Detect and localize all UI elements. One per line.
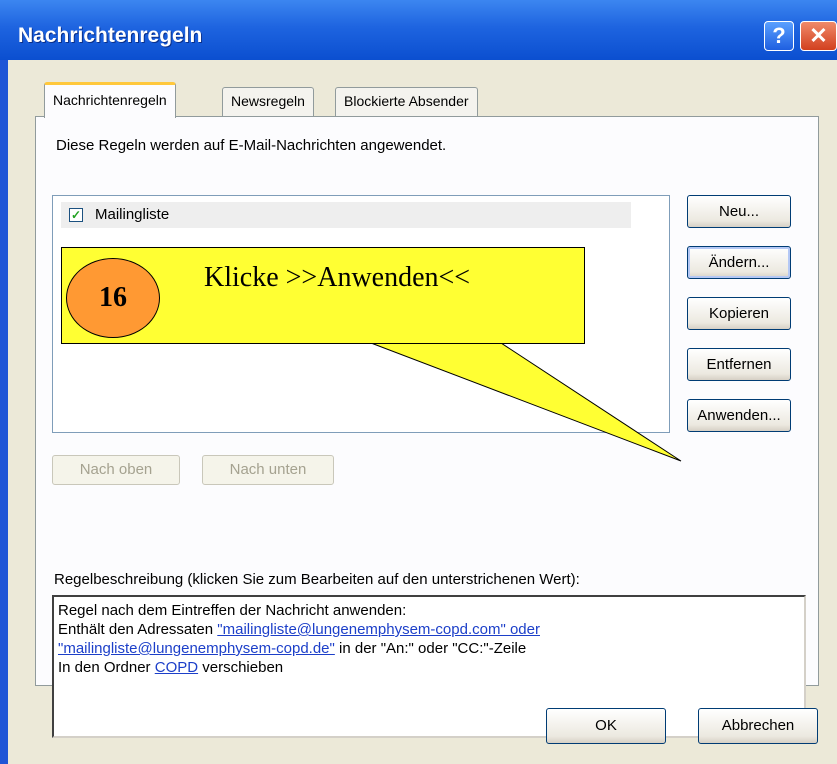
description-line-3: "mailingliste@lungenemphysem-copd.de" in…: [58, 639, 800, 658]
step-number-badge: 16: [66, 258, 160, 338]
address-link[interactable]: "mailingliste@lungenemphysem-copd.com" o…: [217, 621, 540, 638]
dialog-window: Nachrichtenregeln ? ✕ Nachrichtenregeln …: [0, 0, 837, 764]
folder-link[interactable]: COPD: [155, 659, 198, 676]
close-icon[interactable]: ✕: [800, 21, 837, 51]
title-bar[interactable]: Nachrichtenregeln ? ✕: [0, 0, 837, 60]
tutorial-callout: 16 Klicke >>Anwenden<<: [61, 247, 821, 497]
callout-box: 16 Klicke >>Anwenden<<: [61, 247, 585, 344]
description-line-2: Enthält den Adressaten "mailingliste@lun…: [58, 620, 800, 639]
callout-text: Klicke >>Anwenden<<: [204, 262, 471, 293]
description-text: in der "An:" oder "CC:"-Zeile: [334, 640, 527, 657]
rule-checkbox[interactable]: ✓: [69, 208, 83, 222]
panel-description: Diese Regeln werden auf E-Mail-Nachricht…: [56, 137, 447, 154]
tab-blockierte-absender[interactable]: Blockierte Absender: [335, 87, 478, 116]
rule-description-label: Regelbeschreibung (klicken Sie zum Bearb…: [54, 571, 580, 588]
dialog-client-area: Nachrichtenregeln Newsregeln Blockierte …: [8, 60, 837, 764]
description-line-4: In den Ordner COPD verschieben: [58, 658, 800, 677]
ok-button[interactable]: OK: [546, 708, 666, 744]
address-link[interactable]: "mailingliste@lungenemphysem-copd.de": [58, 640, 335, 657]
rule-description-box: Regel nach dem Eintreffen der Nachricht …: [52, 595, 806, 738]
description-text: verschieben: [198, 659, 284, 676]
help-icon[interactable]: ?: [764, 21, 794, 51]
tab-newsregeln[interactable]: Newsregeln: [222, 87, 314, 116]
list-item[interactable]: ✓ Mailingliste: [61, 202, 631, 228]
cancel-button[interactable]: Abbrechen: [698, 708, 818, 744]
description-text: In den Ordner: [58, 659, 155, 676]
description-text: Enthält den Adressaten: [58, 621, 218, 638]
description-line-1: Regel nach dem Eintreffen der Nachricht …: [58, 602, 407, 619]
tab-nachrichtenregeln[interactable]: Nachrichtenregeln: [44, 82, 176, 118]
window-title: Nachrichtenregeln: [18, 24, 203, 47]
rule-label: Mailingliste: [95, 206, 170, 223]
neu-button[interactable]: Neu...: [687, 195, 791, 228]
